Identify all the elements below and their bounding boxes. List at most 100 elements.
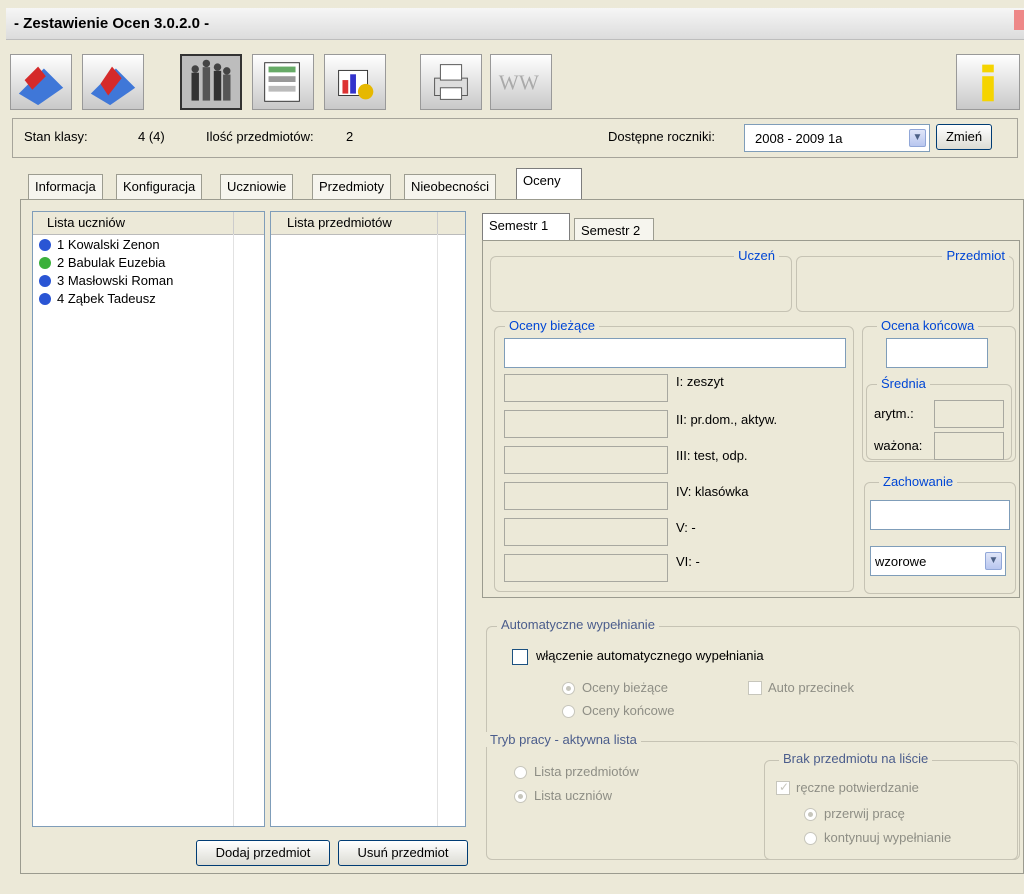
students-icon[interactable] (180, 54, 242, 110)
student-name: 1 Kowalski Zenon (57, 237, 160, 252)
svg-text:WW: WW (499, 71, 539, 95)
behaviour-group: Zachowanie (864, 474, 1016, 594)
students-list-radio-label: Lista uczniów (534, 788, 613, 803)
final-grade-label: Ocena końcowa (877, 318, 979, 333)
toolbar: WW (10, 48, 1020, 114)
tab-informacja[interactable]: Informacja (28, 174, 103, 200)
tab-semestr-1[interactable]: Semestr 1 (482, 213, 570, 241)
students-header-label: Lista uczniów (47, 215, 126, 230)
www-icon[interactable]: WW (490, 54, 552, 110)
behaviour-select[interactable]: wzorowe ▼ (870, 546, 1006, 576)
subjects-list-radio[interactable] (514, 766, 527, 779)
continue-radio-label: kontynuuj wypełnianie (824, 830, 952, 845)
subject-group-label: Przedmiot (942, 248, 1009, 263)
arithmetic-label: arytm.: (874, 406, 914, 421)
chevron-down-icon[interactable]: ▼ (985, 552, 1002, 570)
grade-label-5: V: - (676, 520, 696, 535)
grades-icon[interactable] (252, 54, 314, 110)
tab-nieobecnosci[interactable]: Nieobecności (404, 174, 497, 200)
add-subject-button[interactable]: Dodaj przedmiot (196, 840, 330, 866)
grade-field-5[interactable] (504, 518, 668, 546)
students-list-header: Lista uczniów (33, 212, 264, 235)
grade-label-4: IV: klasówka (676, 484, 749, 499)
list-item[interactable]: 1 Kowalski Zenon (33, 236, 264, 254)
current-grades-label: Oceny bieżące (505, 318, 599, 333)
subjects-header-label: Lista przedmiotów (287, 215, 392, 230)
grade-field-2[interactable] (504, 410, 668, 438)
weighted-average-field (934, 432, 1004, 460)
average-label: Średnia (877, 376, 930, 391)
interrupt-radio[interactable] (804, 808, 817, 821)
subject-group: Przedmiot (796, 248, 1014, 312)
final-grades-radio[interactable] (562, 705, 575, 718)
manual-confirm-label: ręczne potwierdzanie (796, 780, 919, 795)
current-grades-input[interactable] (504, 338, 846, 368)
students-rows: 1 Kowalski Zenon 2 Babulak Euzebia 3 Mas… (33, 236, 264, 308)
grade-field-1[interactable] (504, 374, 668, 402)
students-list[interactable]: Lista uczniów 1 Kowalski Zenon 2 Babulak… (32, 211, 265, 827)
subjects-list-header: Lista przedmiotów (271, 212, 465, 235)
subjects-count-label: Ilość przedmiotów: (206, 129, 314, 144)
current-grades-radio-label: Oceny bieżące (582, 680, 668, 695)
chevron-down-icon[interactable]: ▼ (909, 129, 926, 147)
print-icon[interactable] (420, 54, 482, 110)
list-item[interactable]: 2 Babulak Euzebia (33, 254, 264, 272)
grade-field-4[interactable] (504, 482, 668, 510)
behaviour-input[interactable] (870, 500, 1010, 530)
info-icon[interactable] (956, 54, 1020, 110)
list-item[interactable]: 3 Masłowski Roman (33, 272, 264, 290)
column-divider (233, 234, 234, 826)
years-select[interactable]: 2008 - 2009 1a ▼ (744, 124, 930, 152)
check-icon (39, 257, 51, 269)
check-icon (39, 275, 51, 287)
subjects-list[interactable]: Lista przedmiotów (270, 211, 466, 827)
auto-fill-enable-label: włączenie automatycznego wypełniania (536, 648, 764, 663)
grade-field-3[interactable] (504, 446, 668, 474)
subjects-list-radio-label: Lista przedmiotów (534, 764, 639, 779)
students-list-radio[interactable] (514, 790, 527, 803)
behaviour-select-value: wzorowe (875, 554, 927, 569)
auto-comma-checkbox[interactable] (748, 681, 762, 695)
grade-field-6[interactable] (504, 554, 668, 582)
change-year-button[interactable]: Zmień (936, 124, 992, 150)
student-name: 4 Ząbek Tadeusz (57, 291, 156, 306)
grade-label-6: VI: - (676, 554, 700, 569)
work-mode-label: Tryb pracy - aktywna lista (486, 732, 641, 747)
check-icon (39, 239, 51, 251)
open-icon[interactable] (10, 54, 72, 110)
remove-subject-button[interactable]: Usuń przedmiot (338, 840, 468, 866)
student-group-label: Uczeń (734, 248, 779, 263)
student-name: 3 Masłowski Roman (57, 273, 174, 288)
student-name: 2 Babulak Euzebia (57, 255, 166, 270)
final-grade-input[interactable] (886, 338, 988, 368)
missing-subject-label: Brak przedmiotu na liście (779, 751, 933, 766)
current-grades-radio[interactable] (562, 682, 575, 695)
check-icon (39, 293, 51, 305)
student-group: Uczeń (490, 248, 792, 312)
tab-oceny[interactable]: Oceny (516, 168, 582, 200)
save-icon[interactable] (82, 54, 144, 110)
list-item[interactable]: 4 Ząbek Tadeusz (33, 290, 264, 308)
grade-label-1: I: zeszyt (676, 374, 724, 389)
manual-confirm-checkbox[interactable]: ✓ (776, 780, 790, 795)
column-divider (437, 234, 438, 826)
behaviour-label: Zachowanie (879, 474, 958, 489)
auto-fill-checkbox[interactable] (512, 649, 528, 665)
class-state-label: Stan klasy: (24, 129, 88, 144)
years-label: Dostępne roczniki: (608, 129, 715, 144)
auto-fill-label: Automatyczne wypełnianie (497, 617, 659, 632)
tab-uczniowie[interactable]: Uczniowie (220, 174, 294, 200)
class-state-value: 4 (4) (138, 129, 165, 144)
grade-label-2: II: pr.dom., aktyw. (676, 412, 778, 427)
subjects-count-value: 2 (346, 129, 354, 144)
continue-radio[interactable] (804, 832, 817, 845)
weighted-label: ważona: (874, 438, 923, 453)
final-grades-radio-label: Oceny końcowe (582, 703, 675, 718)
chart-icon[interactable] (324, 54, 386, 110)
tab-przedmioty[interactable]: Przedmioty (312, 174, 392, 200)
close-icon[interactable] (1014, 10, 1024, 30)
grade-label-3: III: test, odp. (676, 448, 748, 463)
tab-semestr-2[interactable]: Semestr 2 (574, 218, 654, 242)
tab-konfiguracja[interactable]: Konfiguracja (116, 174, 203, 200)
auto-comma-label: Auto przecinek (768, 680, 854, 695)
